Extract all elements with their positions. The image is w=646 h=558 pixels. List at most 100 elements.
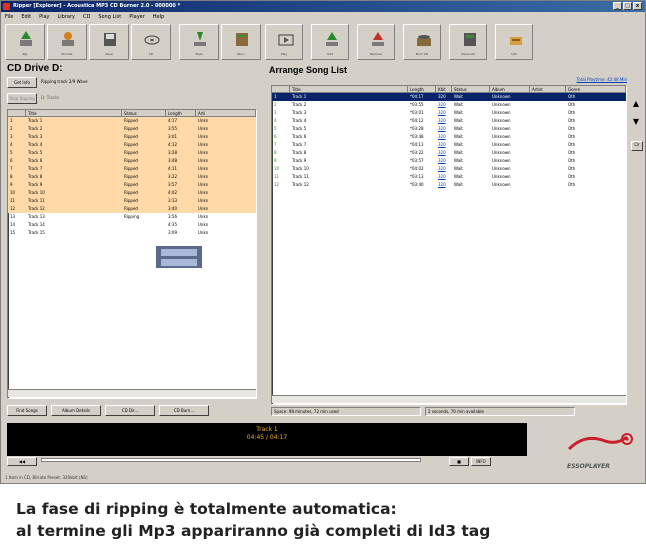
cell-artist [530,165,566,173]
menu-play[interactable]: Play [39,14,49,22]
move-up-button[interactable]: ▲ [631,99,641,111]
info-mode-button[interactable]: INFO [471,457,491,466]
menu-player[interactable]: Player [129,14,145,22]
cell-title: Track 4 [28,142,43,147]
toolbar-label: Burn CD [415,52,429,56]
table-row[interactable]: 6 Track 6 *03:48 320 Wait Unknown Oth [272,133,626,141]
cell-kbit: 320 [438,94,446,99]
cell-length: *04:02 [410,166,424,171]
toolbar-cd-button[interactable]: CD [131,24,171,60]
cell-status: Ripped [124,198,138,203]
table-row[interactable]: 12 Track 12 *03:40 320 Wait Unknown Oth [272,181,626,189]
maximize-button[interactable]: □ [623,2,632,10]
seek-slider[interactable] [41,458,421,462]
stop-button[interactable]: ■ [449,457,469,466]
table-row[interactable]: 7 Track 7 *04:11 320 Wait Unknown Oth [272,141,626,149]
clear-button[interactable]: Clr [631,141,643,151]
table-row[interactable]: 12 Track 12 Ripped 3:40 Unkn [8,205,256,213]
album-details-button[interactable]: Album Details [51,405,101,416]
table-row[interactable]: 14 Track 14 4:35 Unkn [8,221,256,229]
cd-track-list-header: Title Status Length Arti [8,110,256,117]
song-list-hscroll[interactable] [272,395,626,403]
table-row[interactable]: 11 Track 11 *03:13 320 Wait Unknown Oth [272,173,626,181]
table-row[interactable]: 11 Track 11 Ripped 3:13 Unkn [8,197,256,205]
minimize-button[interactable]: _ [613,2,622,10]
prev-next-button[interactable]: ◀◀ [7,457,37,466]
toolbar-save-list-button[interactable]: Save List [449,24,487,60]
cell-n: 10 [274,166,280,171]
table-row[interactable]: 13 Track 13 Ripping 3:56 Unkn [8,213,256,221]
col-status[interactable]: Status [452,86,490,92]
table-row[interactable]: 1 Track 1 Ripped 4:17 Unkn [8,117,256,125]
toolbar-info-button[interactable]: Info [495,24,533,60]
move-down-button[interactable]: ▼ [631,117,641,129]
toolbar-add-button[interactable]: Add [311,24,349,60]
app-icon [3,3,10,10]
cell-status: Ripped [124,142,138,147]
col-title[interactable]: Title [26,110,122,116]
col-length[interactable]: Length [166,110,196,116]
cell-genre: Oth [568,118,576,123]
table-row[interactable]: 5 Track 5 Ripped 3:28 Unkn [8,149,256,157]
table-row[interactable]: 3 Track 3 Ripped 3:01 Unkn [8,133,256,141]
cell-length: 3:57 [168,182,177,187]
col-kbit[interactable]: Kbit [436,86,452,92]
find-songs-button[interactable]: Find Songs [7,405,47,416]
table-row[interactable]: 1 Track 1 *04:17 320 Wait Unknown Oth [272,93,626,101]
menu-library[interactable]: Library [58,14,75,22]
menu-cd[interactable]: CD [83,14,90,22]
col-length[interactable]: Length [408,86,436,92]
table-row[interactable]: 8 Track 8 Ripped 3:22 Unkn [8,173,256,181]
table-row[interactable]: 6 Track 6 Ripped 3:48 Unkn [8,157,256,165]
menu-song-list[interactable]: Song List [98,14,121,22]
cd-dir-button[interactable]: CD Dir... [105,405,155,416]
toolbar-save-button[interactable]: Save [89,24,129,60]
close-button[interactable]: x [633,2,642,10]
cell-genre: Oth [568,94,576,99]
table-row[interactable]: 9 Track 9 *03:57 320 Wait Unknown Oth [272,157,626,165]
cell-n: 12 [274,182,280,187]
table-row[interactable]: 7 Track 7 Ripped 4:11 Unkn [8,165,256,173]
menu-edit[interactable]: Edit [21,14,31,22]
cd-burn-button[interactable]: CD Burn... [159,405,209,416]
table-row[interactable]: 15 Track 15 3:09 Unkn [8,229,256,237]
table-row[interactable]: 5 Track 5 *03:28 320 Wait Unknown Oth [272,125,626,133]
toolbar-encode-button[interactable]: Encode [47,24,87,60]
playtime-link[interactable]: Total Playtime: 42:48 Min [576,77,627,82]
toolbar-rip-button[interactable]: Rip [5,24,45,60]
cell-album: Unknown [492,110,511,115]
stop-ripping-button[interactable]: Stop Ripping [7,93,37,104]
table-row[interactable]: 2 Track 2 Ripped 3:55 Unkn [8,125,256,133]
cell-title: Track 6 [28,158,43,163]
toolbar-burn-cd-button[interactable]: Burn CD [403,24,441,60]
menu-help[interactable]: Help [153,14,164,22]
cell-artist: Unkn [198,230,209,235]
table-row[interactable]: 3 Track 3 *03:01 320 Wait Unknown Oth [272,109,626,117]
col-num[interactable] [8,110,26,116]
menu-file[interactable]: File [5,14,13,22]
col-artist[interactable]: Artist [530,86,566,92]
table-row[interactable]: 9 Track 9 Ripped 3:57 Unkn [8,181,256,189]
cd-track-rows: 1 Track 1 Ripped 4:17 Unkn 2 Track 2 Ripped 3:55… [8,117,256,237]
table-row[interactable]: 8 Track 8 *03:22 320 Wait Unknown Oth [272,149,626,157]
toolbar-tools-button[interactable]: Tools [179,24,219,60]
toolbar-burn-button[interactable]: Burn [221,24,261,60]
col-album[interactable]: Album [490,86,530,92]
toolbar-play-button[interactable]: Play [265,24,303,60]
toolbar-remove-button[interactable]: Remove [357,24,395,60]
table-row[interactable]: 4 Track 4 Ripped 4:12 Unkn [8,141,256,149]
cell-artist: Unkn [198,198,209,203]
cell-n: 13 [10,214,16,219]
cd-list-hscroll[interactable] [8,389,256,397]
col-status[interactable]: Status [122,110,166,116]
col-artist[interactable]: Arti [196,110,256,116]
col-genre[interactable]: Genre [566,86,626,92]
col-num[interactable] [272,86,290,92]
col-title[interactable]: Title [290,86,408,92]
get-info-button[interactable]: Get Info [7,77,37,88]
cell-n: 4 [274,118,277,123]
table-row[interactable]: 10 Track 10 Ripped 4:02 Unkn [8,189,256,197]
table-row[interactable]: 10 Track 10 *04:02 320 Wait Unknown Oth [272,165,626,173]
table-row[interactable]: 2 Track 2 *03:55 320 Wait Unknown Oth [272,101,626,109]
table-row[interactable]: 4 Track 4 *04:12 320 Wait Unknown Oth [272,117,626,125]
